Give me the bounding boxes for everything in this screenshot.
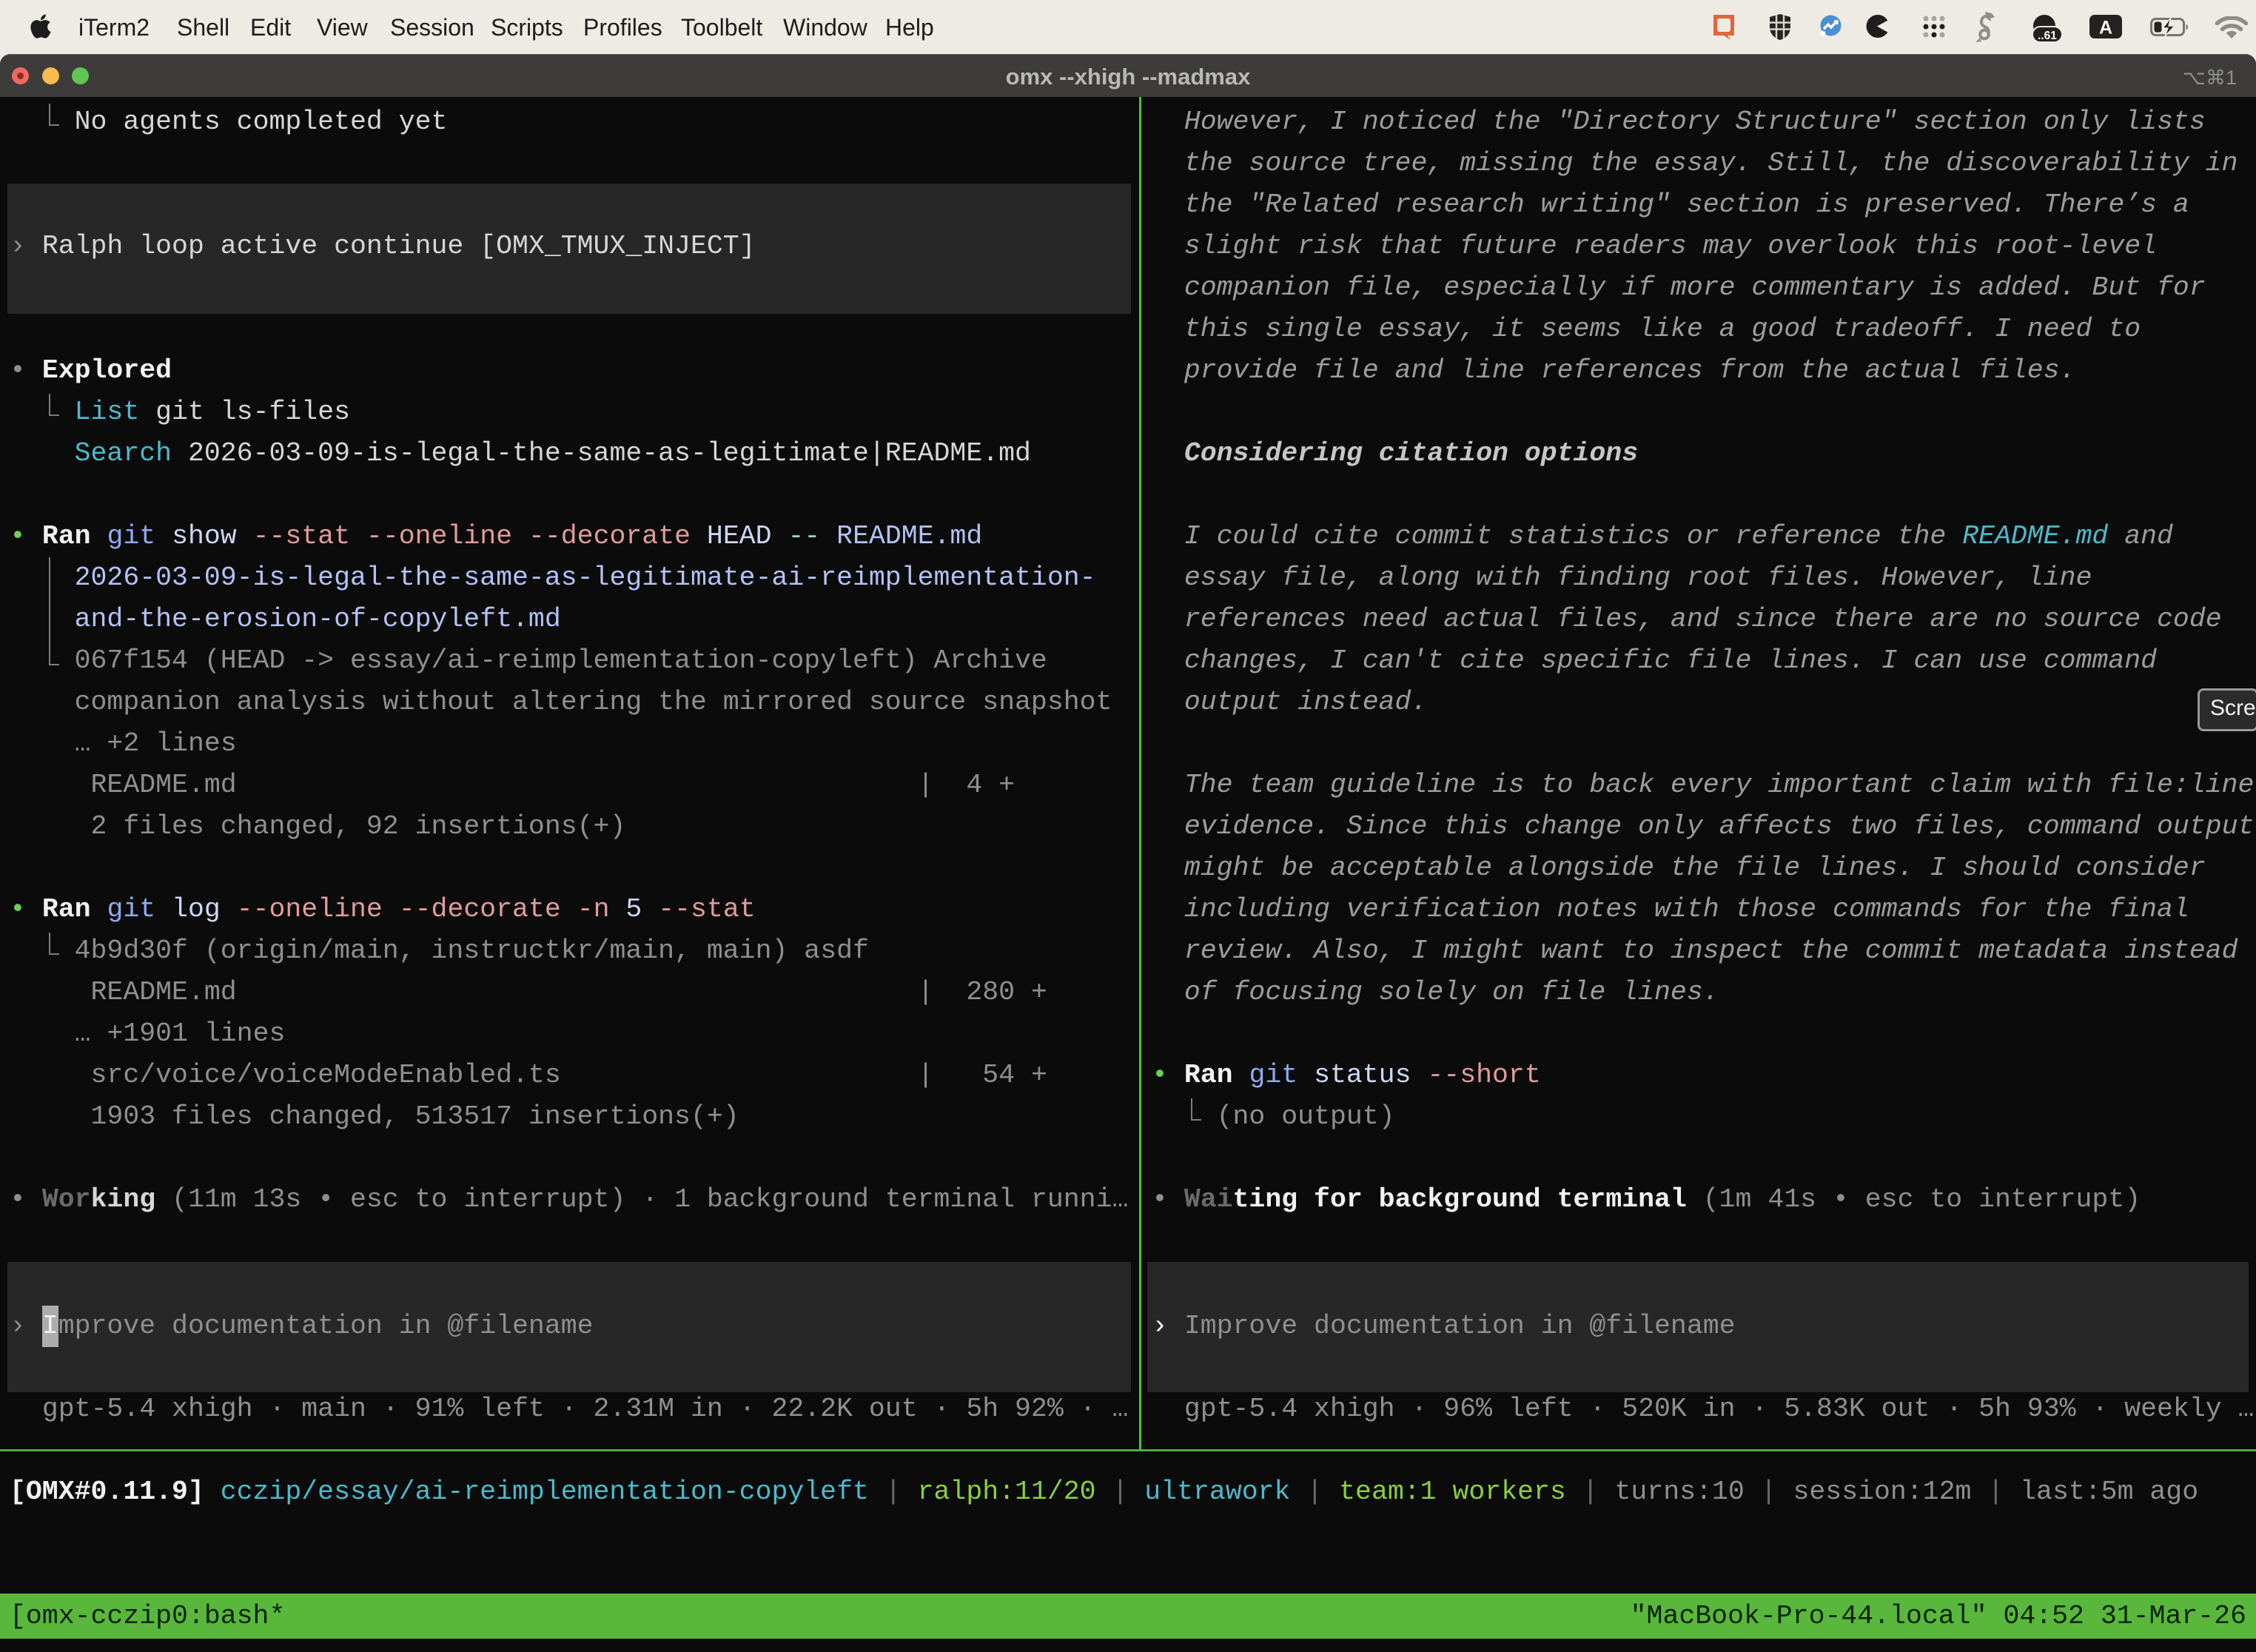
svg-text:..61: ..61	[2038, 30, 2057, 42]
svg-text:A: A	[2099, 18, 2112, 38]
